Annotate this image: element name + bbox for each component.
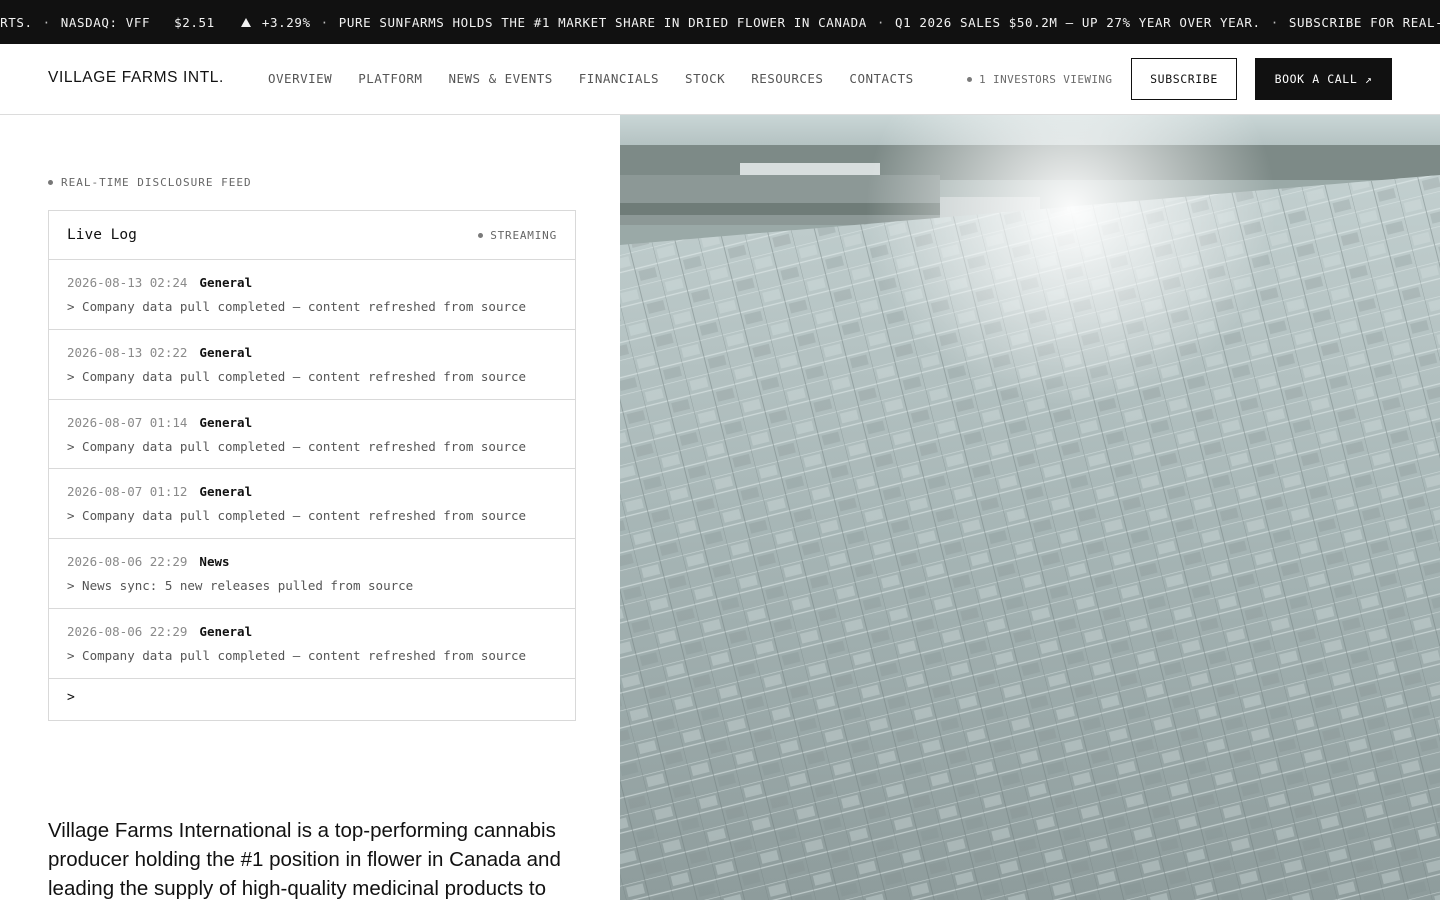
log-entry: 2026-08-13 02:22 General > Company data p… [49, 330, 575, 400]
viewers-count: 1 INVESTORS VIEWING [979, 73, 1113, 86]
ticker-change: +3.29% [261, 14, 311, 30]
status-dot-icon [478, 233, 484, 238]
greenhouse-illustration [620, 115, 1440, 900]
log-message: > Company data pull completed — content … [67, 647, 527, 663]
ticker-symbol: NASDAQ: VFF [60, 14, 151, 30]
nav-platform[interactable]: PLATFORM [358, 71, 422, 86]
main-nav: OVERVIEW PLATFORM NEWS & EVENTS FINANCIA… [268, 71, 940, 86]
live-log-panel: Live Log STREAMING 2026-08-13 02:24 Gener… [48, 210, 576, 721]
feed-label: REAL-TIME DISCLOSURE FEED [48, 176, 252, 189]
stock-ticker-bar: ERTS. · NASDAQ: VFF $2.51 +3.29% · PURE … [0, 0, 1440, 44]
log-timestamp: 2026-08-13 02:24 [67, 275, 188, 290]
nav-stock[interactable]: STOCK [685, 71, 725, 86]
log-category: General [199, 484, 253, 500]
log-category: General [199, 344, 253, 360]
log-timestamp: 2026-08-07 01:14 [67, 414, 188, 430]
log-category: General [199, 623, 253, 639]
log-timestamp: 2026-08-13 02:22 [67, 344, 188, 360]
log-message: > Company data pull completed — content … [67, 438, 527, 454]
nav-financials[interactable]: FINANCIALS [579, 71, 659, 86]
log-timestamp: 2026-08-06 22:29 [67, 623, 188, 639]
investors-viewing-indicator: 1 INVESTORS VIEWING [967, 73, 1112, 86]
log-message: > Company data pull completed — content … [67, 508, 527, 524]
log-entry: 2026-08-07 01:14 General > Company data p… [49, 400, 575, 470]
log-message: > Company data pull completed — content … [67, 299, 527, 314]
site-header: VILLAGE FARMS INTL. OVERVIEW PLATFORM NE… [0, 44, 1440, 115]
log-category: News [199, 554, 230, 570]
log-category: General [199, 275, 253, 290]
log-entry: 2026-08-07 01:12 General > Company data p… [49, 469, 575, 540]
greenhouse-aerial-photo [620, 115, 1440, 900]
bullet-icon [48, 180, 53, 185]
ticker-headline: Q1 2026 SALES $50.2M — UP 27% YEAR OVER … [895, 14, 1261, 30]
log-message: > News sync: 5 new releases pulled from … [67, 578, 414, 594]
ticker-headline: PURE SUNFARMS HOLDS THE #1 MARKET SHARE … [338, 14, 867, 30]
log-entry: 2026-08-06 22:29 General > Company data p… [49, 609, 575, 679]
log-entry: 2026-08-06 22:29 News > News sync: 5 new … [49, 539, 575, 609]
up-arrow-icon [240, 17, 251, 27]
company-intro-paragraph: Village Farms International is a top-per… [48, 819, 561, 900]
ticker-headline: SUBSCRIBE FOR REAL-TIME ALE [1288, 14, 1440, 30]
log-timestamp: 2026-08-07 01:12 [67, 484, 188, 500]
live-log-title: Live Log [67, 227, 137, 243]
log-message: > Company data pull completed — content … [67, 368, 527, 384]
streaming-status: STREAMING [478, 229, 557, 242]
ticker-price: $2.51 [174, 14, 215, 30]
log-timestamp: 2026-08-06 22:29 [67, 554, 188, 570]
nav-contacts[interactable]: CONTACTS [849, 71, 913, 86]
live-log-header: Live Log STREAMING [49, 211, 575, 260]
log-category: General [199, 414, 253, 430]
log-command-prompt[interactable]: > [67, 690, 75, 705]
subscribe-button[interactable]: SUBSCRIBE [1131, 58, 1237, 100]
brand-logo[interactable]: VILLAGE FARMS INTL. [48, 69, 224, 87]
status-dot-icon [967, 77, 972, 82]
ticker-prefix: ERTS. [0, 14, 33, 30]
nav-resources[interactable]: RESOURCES [751, 71, 823, 86]
nav-news-events[interactable]: NEWS & EVENTS [448, 71, 552, 86]
book-a-call-button[interactable]: BOOK A CALL ↗ [1255, 58, 1392, 100]
log-entry: 2026-08-13 02:24 General > Company data p… [49, 260, 575, 330]
nav-overview[interactable]: OVERVIEW [268, 71, 332, 86]
